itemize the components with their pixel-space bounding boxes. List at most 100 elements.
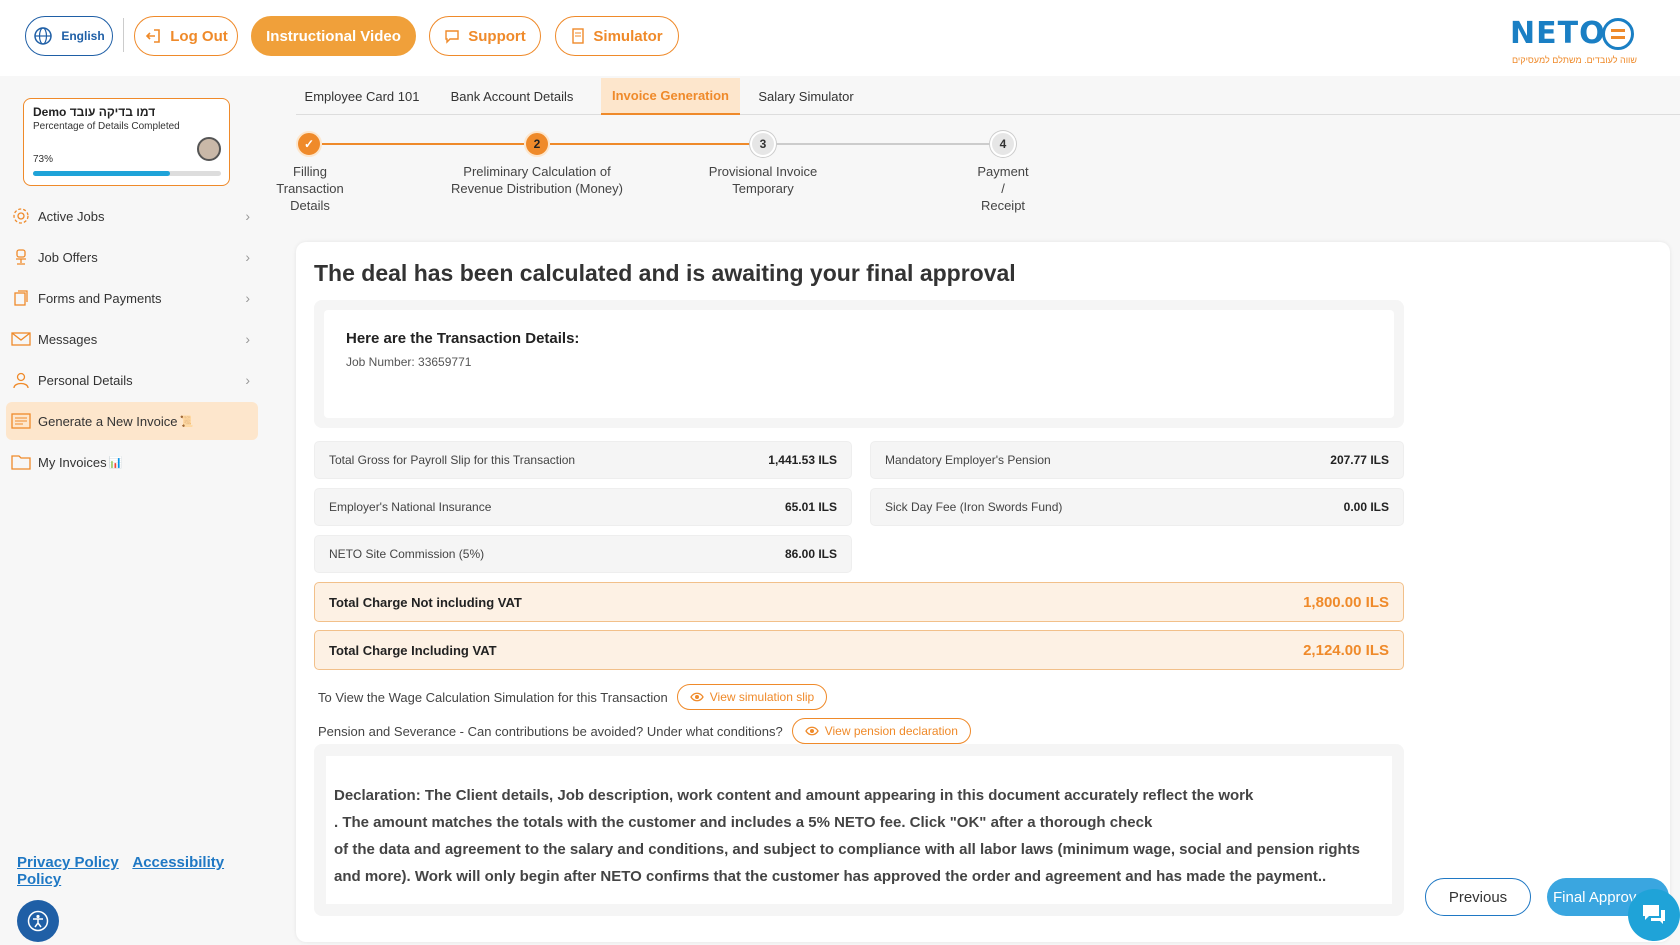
profile-subtitle: Percentage of Details Completed [33, 121, 180, 132]
neto-logo[interactable]: NETO שווה לעובדים. משתלם למעסיקים [1510, 16, 1640, 68]
step-4-dot: 4 [990, 131, 1016, 157]
row-label: Mandatory Employer's Pension [885, 453, 1051, 467]
gear-icon [10, 205, 32, 227]
footer-links: Privacy Policy Accessibility Policy [17, 854, 280, 888]
sidebar-item-active-jobs[interactable]: Active Jobs › [6, 197, 258, 235]
desk-chair-icon [10, 246, 32, 268]
progress-bar [33, 171, 221, 176]
documents-icon [10, 287, 32, 309]
sidebar-item-messages[interactable]: Messages › [6, 320, 258, 358]
total-value: 1,800.00 ILS [1303, 593, 1389, 611]
tab-bar: Employee Card 101 Bank Account Details I… [296, 78, 1680, 115]
instructional-video-button[interactable]: Instructional Video [251, 16, 416, 56]
sidebar-item-label: Personal Details [38, 372, 133, 388]
step-2-label: Preliminary Calculation of Revenue Distri… [451, 164, 623, 196]
simulation-row: To View the Wage Calculation Simulation … [318, 684, 828, 710]
avatar [197, 137, 221, 161]
support-button[interactable]: Support [429, 16, 541, 56]
divider [123, 18, 124, 52]
page-title: The deal has been calculated and is awai… [314, 260, 1016, 286]
logo-mark [1602, 18, 1634, 50]
language-button[interactable]: English [25, 16, 113, 56]
simulator-label: Simulator [593, 27, 663, 45]
sick-day-fee-row: Sick Day Fee (Iron Swords Fund) 0.00 ILS [870, 488, 1404, 526]
logout-button[interactable]: Log Out [134, 16, 238, 56]
user-icon [10, 369, 32, 391]
view-simulation-button[interactable]: View simulation slip [676, 684, 828, 710]
row-value: 0.00 ILS [1343, 500, 1389, 514]
national-insurance-row: Employer's National Insurance 65.01 ILS [314, 488, 852, 526]
step-connector [550, 143, 750, 145]
sidebar-item-forms-payments[interactable]: Forms and Payments › [6, 279, 258, 317]
declaration-line: of the data and agreement to the salary … [334, 841, 1361, 858]
chevron-right-icon: › [245, 331, 250, 347]
accessibility-button[interactable] [17, 900, 59, 942]
step-1-dot: ✓ [296, 131, 322, 157]
invoice-icon [10, 410, 32, 432]
invoice-card: The deal has been calculated and is awai… [296, 242, 1670, 942]
step-3-label: Provisional Invoice Temporary [708, 164, 818, 196]
globe-icon [34, 27, 53, 45]
row-value: 1,441.53 ILS [768, 453, 837, 467]
simulation-text: To View the Wage Calculation Simulation … [318, 689, 668, 705]
chat-widget-button[interactable] [1628, 889, 1680, 941]
logout-icon [146, 29, 161, 43]
chevron-right-icon: › [245, 249, 250, 265]
profile-card[interactable]: Demo דמו בדיקה עובד Percentage of Detail… [23, 98, 230, 186]
folder-icon [10, 451, 32, 473]
job-number: Job Number: 33659771 [346, 355, 472, 369]
pension-text: Pension and Severance - Can contribution… [318, 723, 783, 739]
tab-bank-account[interactable]: Bank Account Details [437, 78, 587, 115]
declaration-line: and more). Work will only begin after NE… [334, 868, 1327, 885]
chevron-right-icon: › [245, 372, 250, 388]
previous-button[interactable]: Previous [1425, 878, 1531, 916]
chat-icon [1643, 905, 1665, 924]
step-4-label: Payment / Receipt [977, 164, 1029, 213]
sidebar-item-label: Generate a New Invoice [38, 413, 178, 429]
sidebar-item-label: Messages [38, 331, 98, 347]
simulator-button[interactable]: Simulator [555, 16, 679, 56]
tab-employee-card[interactable]: Employee Card 101 [296, 78, 428, 115]
language-label: English [61, 29, 105, 43]
tab-salary-simulator[interactable]: Salary Simulator [749, 78, 863, 115]
gross-payroll-row: Total Gross for Payroll Slip for this Tr… [314, 441, 852, 479]
sidebar-item-label: Job Offers [38, 249, 98, 265]
row-value: 86.00 ILS [784, 547, 837, 561]
sidebar-item-personal-details[interactable]: Personal Details › [6, 361, 258, 399]
logo-tagline: שווה לעובדים. משתלם למעסיקים [1512, 55, 1637, 65]
row-label: NETO Site Commission (5%) [329, 547, 485, 561]
site-commission-row: NETO Site Commission (5%) 86.00 ILS [314, 535, 852, 573]
total-label: Total Charge Not including VAT [329, 594, 522, 610]
sidebar-item-label: Active Jobs [38, 208, 105, 224]
logo-text: NETO [1510, 16, 1606, 51]
sidebar-item-generate-invoice[interactable]: Generate a New Invoice 📜 [6, 402, 258, 440]
step-connector [322, 143, 524, 145]
declaration-line: Declaration: The Client details, Job des… [334, 787, 1254, 804]
eye-icon [804, 726, 819, 736]
scroll-icon: 📜 [179, 415, 194, 428]
total-label: Total Charge Including VAT [329, 642, 497, 658]
sidebar-item-label: My Invoices [38, 454, 107, 470]
row-value: 65.01 ILS [784, 500, 837, 514]
step-2-dot: 2 [524, 131, 550, 157]
sidebar: Demo דמו בדיקה עובד Percentage of Detail… [0, 76, 280, 945]
sidebar-item-my-invoices[interactable]: My Invoices 📊 [6, 443, 258, 481]
video-label: Instructional Video [266, 27, 401, 45]
row-label: Total Gross for Payroll Slip for this Tr… [329, 453, 576, 467]
top-bar: English Log Out Instructional Video Supp… [0, 0, 1680, 76]
total-no-vat-row: Total Charge Not including VAT 1,800.00 … [314, 582, 1404, 622]
sidebar-item-label: Forms and Payments [38, 290, 162, 306]
envelope-icon [10, 328, 32, 350]
progress-stepper: ✓ 2 3 4 Filling Transaction Details Prelim… [276, 125, 1056, 220]
view-pension-button[interactable]: View pension declaration [791, 718, 971, 744]
transaction-details: Here are the Transaction Details: Job Nu… [314, 300, 1404, 428]
document-icon [572, 28, 585, 44]
progress-fill [33, 171, 171, 176]
tab-invoice-generation[interactable]: Invoice Generation [601, 78, 740, 115]
sidebar-item-job-offers[interactable]: Job Offers › [6, 238, 258, 276]
employer-pension-row: Mandatory Employer's Pension 207.77 ILS [870, 441, 1404, 479]
support-label: Support [468, 27, 526, 45]
total-vat-row: Total Charge Including VAT 2,124.00 ILS [314, 630, 1404, 670]
total-value: 2,124.00 ILS [1303, 641, 1389, 659]
privacy-policy-link[interactable]: Privacy Policy [17, 854, 119, 871]
